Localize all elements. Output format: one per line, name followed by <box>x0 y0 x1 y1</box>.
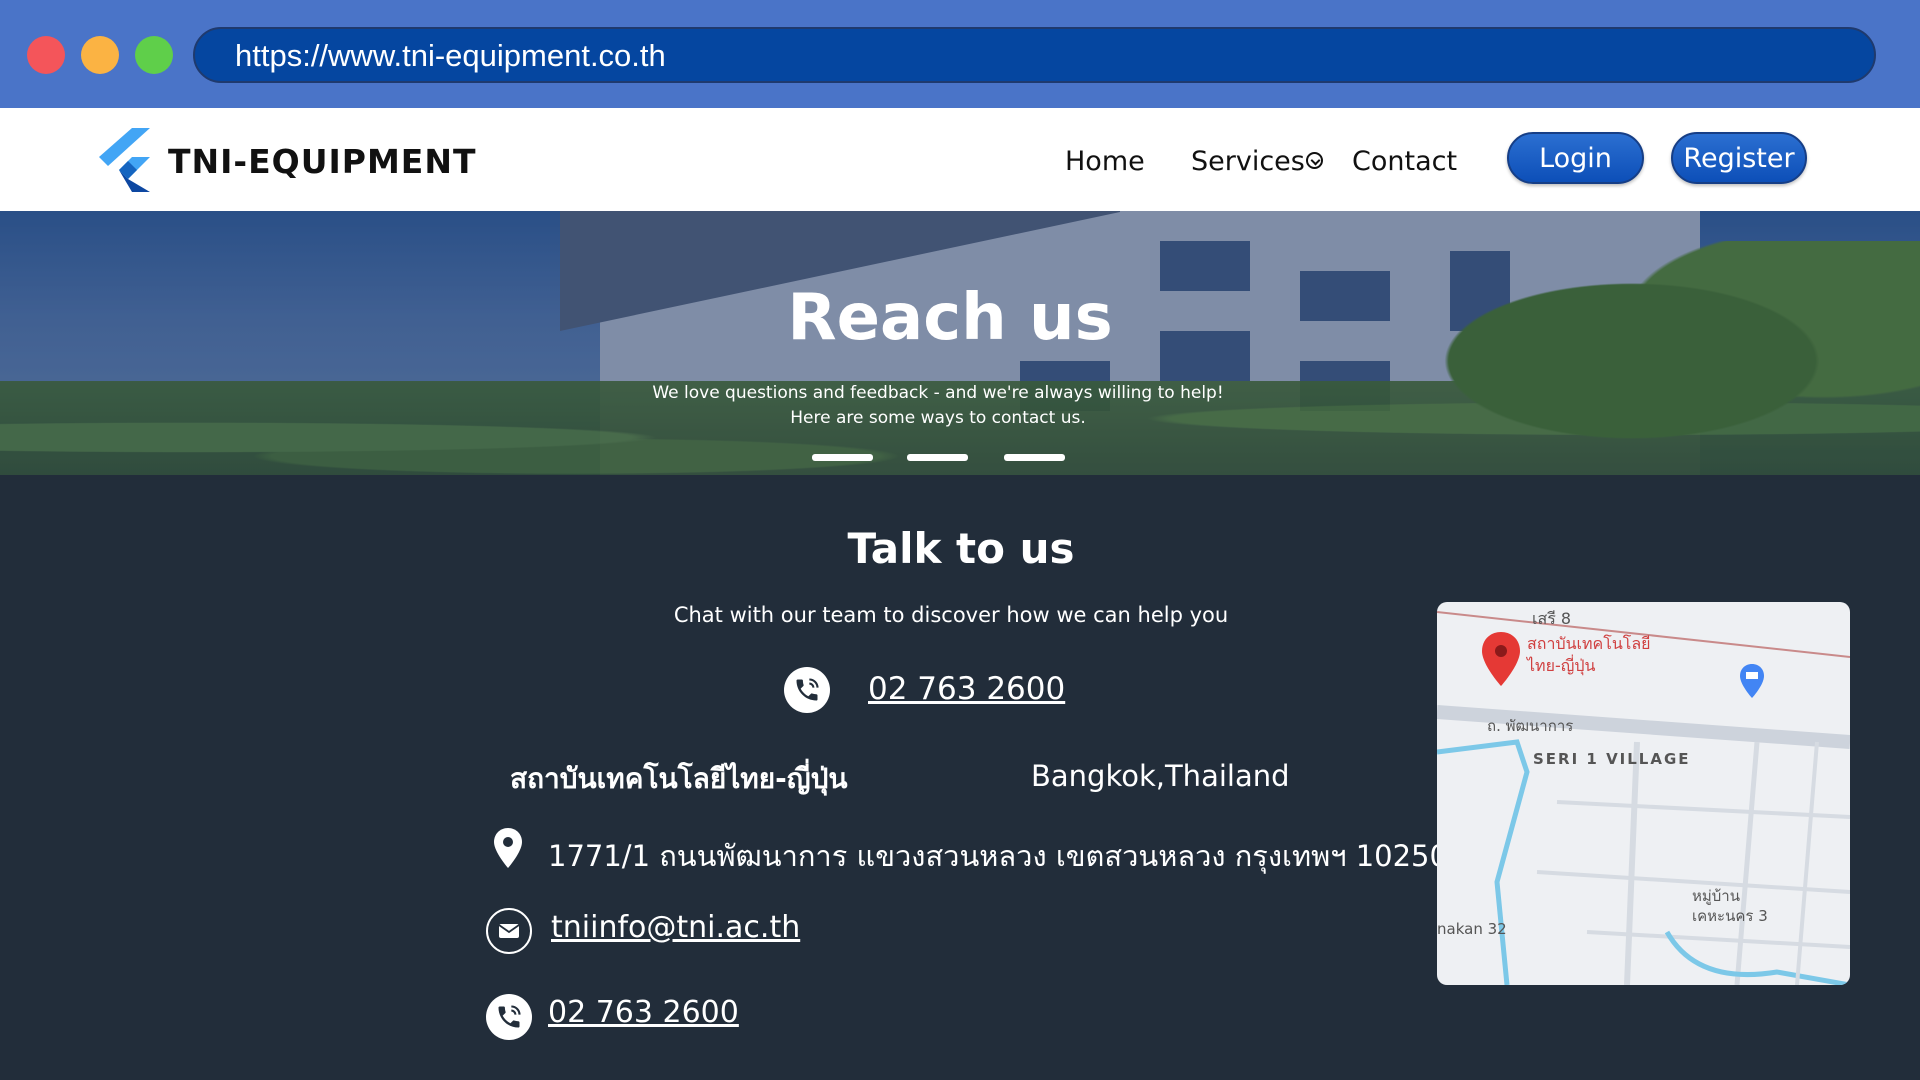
institute-name: สถาบันเทคโนโลยีไทย-ญี่ปุ่น <box>510 762 848 795</box>
map-village-label: SERI 1 VILLAGE <box>1533 750 1691 768</box>
login-button[interactable]: Login <box>1507 132 1644 184</box>
hero-banner: Reach us We love questions and feedback … <box>0 211 1920 475</box>
carousel-indicator-1[interactable] <box>812 454 873 461</box>
maximize-window-button[interactable] <box>135 36 173 74</box>
phone-secondary-link[interactable]: 02 763 2600 <box>548 995 739 1030</box>
map-village2-line2: เคหะนคร 3 <box>1692 907 1768 925</box>
contact-title: Talk to us <box>847 524 1075 573</box>
address-bar[interactable]: https://www.tni-equipment.co.th <box>193 27 1876 83</box>
hero-subtitle-line2: Here are some ways to contact us. <box>790 408 1086 428</box>
city-label: Bangkok,Thailand <box>1031 759 1290 793</box>
phone-icon <box>784 667 830 713</box>
hero-title: Reach us <box>787 281 1113 355</box>
mail-icon <box>486 908 532 954</box>
phone-icon-secondary <box>486 994 532 1040</box>
site-navbar: TNI-EQUIPMENT Home Services Contact Logi… <box>0 108 1920 211</box>
location-map[interactable]: เสรี 8 สถาบันเทคโนโลยี ไทย-ญี่ปุ่น ถ. พั… <box>1437 602 1850 985</box>
register-button[interactable]: Register <box>1671 132 1807 184</box>
email-link[interactable]: tniinfo@tni.ac.th <box>551 910 800 945</box>
map-road-label: ถ. พัฒนาการ <box>1487 717 1574 735</box>
hero-subtitle: We love questions and feedback - and we'… <box>0 381 1876 431</box>
close-window-button[interactable] <box>27 36 65 74</box>
phone-main-link[interactable]: 02 763 2600 <box>868 671 1065 707</box>
carousel-indicator-3[interactable] <box>1004 454 1065 461</box>
browser-chrome: https://www.tni-equipment.co.th <box>0 0 1920 108</box>
shopping-cart-icon[interactable] <box>1739 664 1765 698</box>
brand-name[interactable]: TNI-EQUIPMENT <box>168 142 476 181</box>
url-text: https://www.tni-equipment.co.th <box>235 38 666 73</box>
map-pin-icon[interactable] <box>1481 632 1521 686</box>
nav-home-link[interactable]: Home <box>1065 146 1145 177</box>
map-left-label: nakan 32 <box>1437 920 1507 938</box>
address-text: 1771/1 ถนนพัฒนาการ แขวงสวนหลวง เขตสวนหลว… <box>548 839 1448 873</box>
chevron-down-icon[interactable] <box>1306 152 1323 169</box>
location-pin-icon <box>494 828 522 868</box>
map-poi-line2: ไทย-ญี่ปุ่น <box>1527 656 1596 675</box>
flutter-logo-icon[interactable] <box>98 128 154 192</box>
nav-services-link[interactable]: Services <box>1191 146 1305 177</box>
minimize-window-button[interactable] <box>81 36 119 74</box>
nav-contact-link[interactable]: Contact <box>1352 146 1457 177</box>
hero-subtitle-line1: We love questions and feedback - and we'… <box>652 383 1224 403</box>
map-top-label: เสรี 8 <box>1532 609 1572 628</box>
carousel-indicator-2[interactable] <box>907 454 968 461</box>
